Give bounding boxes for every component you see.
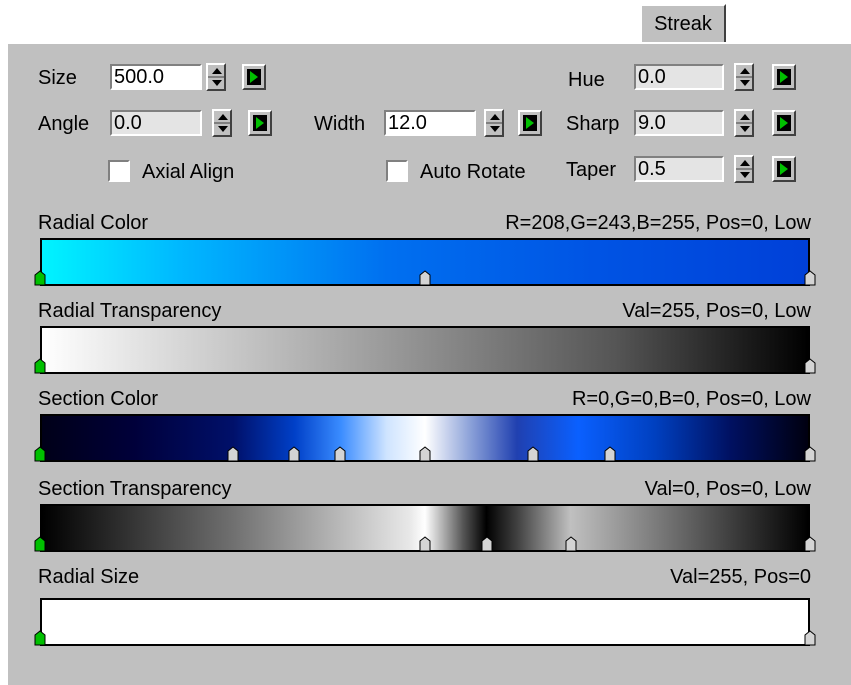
gradient-flag-icon[interactable] <box>419 270 431 288</box>
animate-arrow-icon <box>523 115 537 131</box>
angle-field[interactable] <box>110 110 202 136</box>
radial-size-value: Val=255, Pos=0 <box>670 566 811 588</box>
tab-streak[interactable]: Streak <box>640 4 726 44</box>
hue-animate-button[interactable] <box>772 64 796 90</box>
section-color-value: R=0,G=0,B=0, Pos=0, Low <box>571 388 811 410</box>
gradient-flag-icon[interactable] <box>565 536 577 554</box>
auto-rotate-label: Auto Rotate <box>420 161 526 183</box>
size-field[interactable] <box>110 64 202 90</box>
axial-align-checkbox[interactable] <box>108 160 130 182</box>
radial-transparency-label: Radial Transparency <box>38 300 222 322</box>
axial-align-label: Axial Align <box>142 161 235 183</box>
animate-arrow-icon <box>777 69 791 85</box>
gradient-flag-icon[interactable] <box>419 536 431 554</box>
gradient-flag-icon[interactable] <box>804 536 816 554</box>
auto-rotate-checkbox[interactable] <box>386 160 408 182</box>
gradient-flag-icon[interactable] <box>334 446 346 464</box>
gradient-flag-active-icon[interactable] <box>34 630 46 648</box>
radial-size-track <box>40 644 810 646</box>
width-field[interactable] <box>384 110 476 136</box>
radial-color-value: R=208,G=243,B=255, Pos=0, Low <box>505 212 811 234</box>
taper-animate-button[interactable] <box>772 156 796 182</box>
gradient-flag-icon[interactable] <box>288 446 300 464</box>
gradient-flag-icon[interactable] <box>804 446 816 464</box>
gradient-flag-icon[interactable] <box>527 446 539 464</box>
sharp-spinner[interactable] <box>734 109 754 137</box>
animate-arrow-icon <box>247 69 261 85</box>
radial-size-gradient[interactable] <box>40 598 810 644</box>
gradient-flag-icon[interactable] <box>804 270 816 288</box>
animate-arrow-icon <box>777 161 791 177</box>
taper-spinner[interactable] <box>734 155 754 183</box>
gradient-flag-icon[interactable] <box>804 630 816 648</box>
sharp-label: Sharp <box>566 113 620 135</box>
radial-size-label: Radial Size <box>38 566 140 588</box>
gradient-flag-active-icon[interactable] <box>34 270 46 288</box>
gradient-flag-icon[interactable] <box>604 446 616 464</box>
size-spinner[interactable] <box>206 63 226 91</box>
sharp-animate-button[interactable] <box>772 110 796 136</box>
gradient-flag-active-icon[interactable] <box>34 446 46 464</box>
animate-arrow-icon <box>777 115 791 131</box>
width-spinner[interactable] <box>484 109 504 137</box>
taper-field[interactable] <box>634 156 724 182</box>
angle-animate-button[interactable] <box>248 110 272 136</box>
angle-spinner[interactable] <box>212 109 232 137</box>
taper-label: Taper <box>566 159 617 181</box>
gradient-flag-icon[interactable] <box>804 358 816 376</box>
width-label: Width <box>314 113 366 135</box>
animate-arrow-icon <box>253 115 267 131</box>
radial-transparency-value: Val=255, Pos=0, Low <box>622 300 811 322</box>
section-transparency-value: Val=0, Pos=0, Low <box>644 478 811 500</box>
hue-spinner[interactable] <box>734 63 754 91</box>
size-animate-button[interactable] <box>242 64 266 90</box>
size-label: Size <box>38 67 77 89</box>
gradient-flag-icon[interactable] <box>227 446 239 464</box>
gradient-flag-active-icon[interactable] <box>34 536 46 554</box>
hue-field[interactable] <box>634 64 724 90</box>
section-transparency-label: Section Transparency <box>38 478 232 500</box>
gradient-flag-icon[interactable] <box>481 536 493 554</box>
streak-panel: Size Hue Angle Width Sharp Axial Align A… <box>8 42 851 685</box>
radial-color-label: Radial Color <box>38 212 149 234</box>
gradient-flag-icon[interactable] <box>419 446 431 464</box>
angle-label: Angle <box>38 113 90 135</box>
section-color-label: Section Color <box>38 388 159 410</box>
width-animate-button[interactable] <box>518 110 542 136</box>
sharp-field[interactable] <box>634 110 724 136</box>
radial-transparency-gradient[interactable] <box>40 326 810 372</box>
gradient-flag-active-icon[interactable] <box>34 358 46 376</box>
hue-label: Hue <box>568 69 605 91</box>
radial-transparency-track <box>40 372 810 374</box>
